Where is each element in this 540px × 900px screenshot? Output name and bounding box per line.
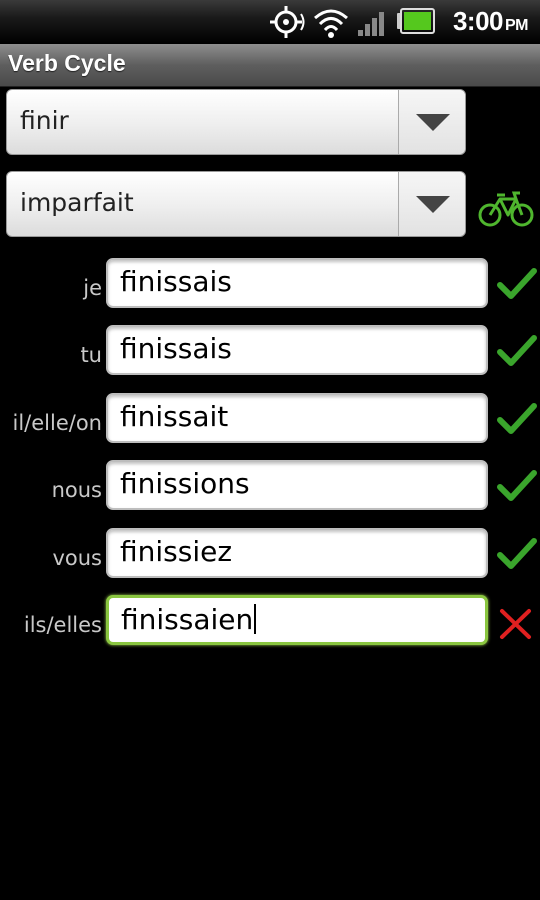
tense-spinner-value: imparfait [20, 188, 134, 217]
pronoun-label: il/elle/on [12, 411, 103, 435]
checkmark-icon [497, 268, 537, 299]
pronoun-label: je [83, 276, 102, 300]
answer-input-je[interactable]: finissais [106, 258, 488, 308]
tense-spinner-button[interactable] [398, 172, 465, 236]
answer-input-ils-elles[interactable]: finissaien [106, 595, 488, 645]
dropdown-arrow-icon [416, 114, 450, 131]
verb-spinner-button[interactable] [398, 90, 465, 154]
verb-spinner-value: finir [20, 106, 69, 135]
pronoun-label: tu [80, 343, 102, 367]
answer-value: finissaien [121, 603, 254, 636]
answer-input-vous[interactable]: finissiez [106, 528, 488, 578]
checkmark-icon [497, 335, 537, 366]
status-clock: 3:00 PM [452, 6, 529, 37]
wifi-icon [314, 9, 348, 38]
pronoun-label: vous [52, 546, 102, 570]
answer-input-il-elle-on[interactable]: finissait [106, 393, 488, 443]
tense-spinner[interactable]: imparfait [6, 171, 466, 237]
answer-text: finissiez [120, 535, 233, 568]
battery-icon [397, 8, 435, 34]
answer-text: finissais [120, 265, 232, 298]
pronoun-label: ils/elles [23, 613, 102, 637]
answer-text: finissaien [121, 603, 257, 636]
answer-input-nous[interactable]: finissions [106, 460, 488, 510]
status-bar: 3:00 PM [0, 0, 540, 44]
bicycle-icon[interactable] [478, 189, 536, 229]
clock-ampm: PM [505, 17, 529, 34]
checkmark-icon [497, 403, 537, 434]
clock-time: 3:00 [452, 6, 504, 36]
dropdown-arrow-icon [416, 196, 450, 213]
checkmark-icon [497, 538, 537, 569]
answer-text: finissait [120, 400, 229, 433]
title-bar: Verb Cycle [0, 44, 540, 87]
app-title: Verb Cycle [8, 50, 126, 76]
checkmark-icon [497, 470, 537, 501]
pronoun-label: nous [51, 478, 102, 502]
verb-spinner[interactable]: finir [6, 89, 466, 155]
signal-icon [358, 12, 384, 36]
text-cursor [254, 604, 257, 634]
answer-text: finissais [120, 332, 232, 365]
answer-input-tu[interactable]: finissais [106, 325, 488, 375]
gps-icon [270, 6, 305, 38]
answer-text: finissions [120, 467, 250, 500]
cross-icon [500, 609, 531, 639]
